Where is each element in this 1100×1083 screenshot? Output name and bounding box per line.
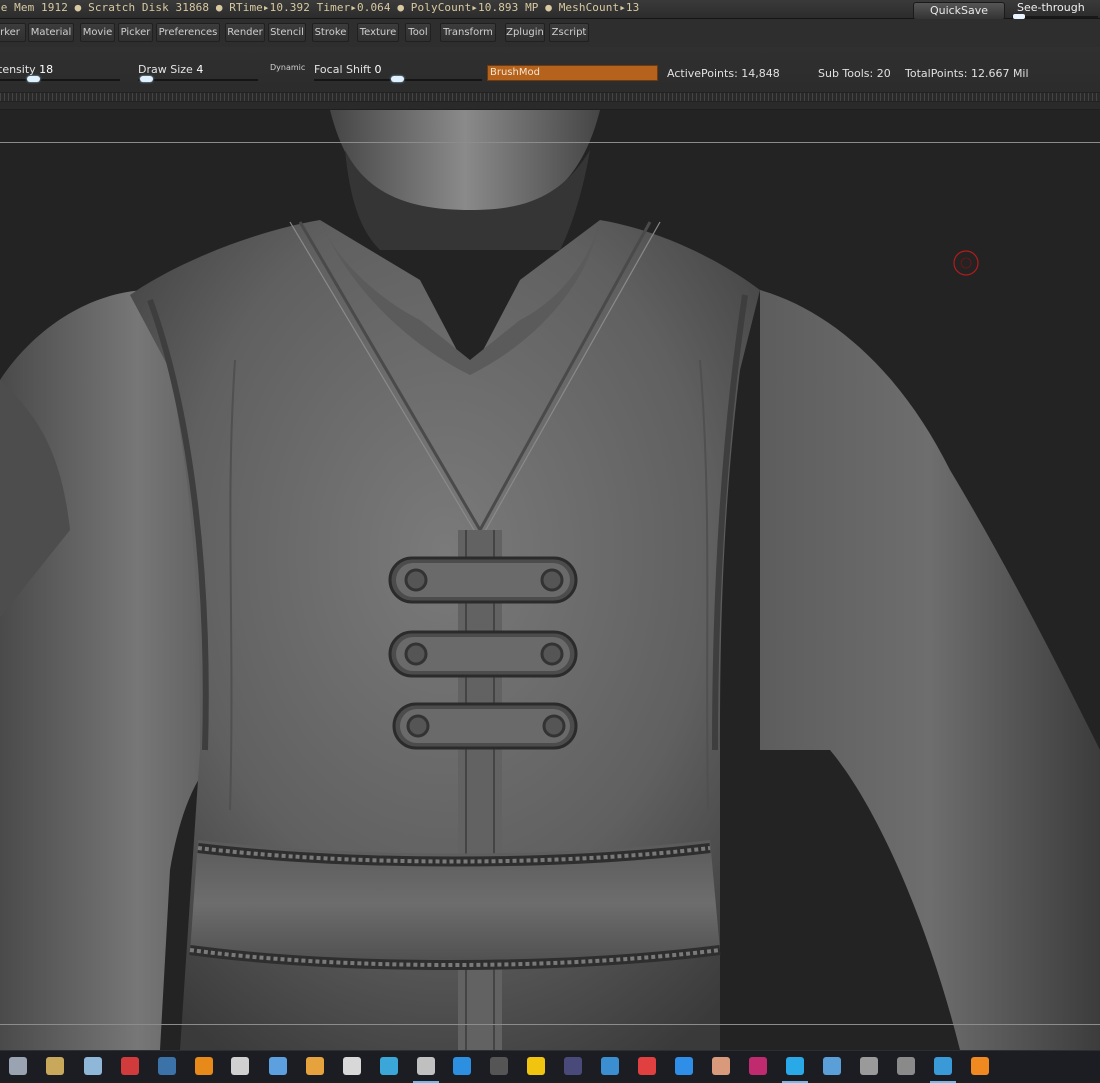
focal-shift-slider-label: Focal Shift 0 [314,63,382,76]
menu-texture[interactable]: Texture [357,23,399,42]
axis-app-icon[interactable] [897,1057,915,1075]
status-bar: ve Mem 1912 ● Scratch Disk 31868 ● RTime… [0,0,1100,20]
browser-icon[interactable] [930,1057,956,1083]
kodi-app-icon[interactable] [380,1057,398,1075]
menu-movie[interactable]: Movie [80,23,115,42]
total-points-value: 12.667 Mil [970,67,1029,80]
menu-render[interactable]: Render [225,23,265,42]
unity-icon[interactable] [343,1057,361,1075]
after-effects-icon[interactable] [564,1057,582,1075]
chrome-like-icon[interactable] [675,1057,693,1075]
intensity-slider-label: tensity 18 [0,63,53,76]
menu-tool[interactable]: Tool [405,23,431,42]
zbrush-icon[interactable] [971,1057,989,1075]
dynamic-toggle[interactable]: Dynamic [270,63,305,72]
menu-preferences[interactable]: Preferences [156,23,220,42]
steam-icon[interactable] [158,1057,176,1075]
app-red2-icon[interactable] [638,1057,656,1075]
belt [189,840,721,970]
shelf-ruler [0,92,1100,102]
quicksave-button[interactable]: QuickSave [913,2,1005,20]
blender-like-icon[interactable] [413,1057,439,1083]
draw-size-knob[interactable] [140,76,153,82]
focal-shift-knob[interactable] [391,76,404,82]
sculpted-model [0,110,1100,1050]
globe-app-icon[interactable] [269,1057,287,1075]
file-explorer-icon[interactable] [46,1057,64,1075]
see-through-label: See-through [1017,1,1085,14]
m-app-icon[interactable] [527,1057,545,1075]
active-points-stat: ActivePoints: 14,848 [667,67,780,80]
sub-tools-value: 20 [876,67,891,80]
visual-studio-code-icon[interactable] [453,1057,471,1075]
draw-size-label: Draw Size [138,63,193,76]
total-points-stat: TotalPoints: 12.667 Mil [905,67,1029,80]
focal-shift-value: 0 [374,63,382,76]
draw-size-value: 4 [196,63,204,76]
total-points-label: TotalPoints: [905,67,968,80]
frame-guide-top [0,142,1100,143]
app-orange-icon[interactable] [195,1057,213,1075]
menu-transform[interactable]: Transform [440,23,496,42]
menu-stencil[interactable]: Stencil [268,23,306,42]
recycle-icon[interactable] [84,1057,102,1075]
tool-bar: tensity 18 Draw Size 4 Dynamic Focal Shi… [0,47,1100,109]
shield-app-icon[interactable] [823,1057,841,1075]
intensity-track[interactable] [0,79,120,81]
microphone-icon[interactable] [231,1057,249,1075]
right-sleeve [760,290,1100,1050]
frame-guide-bottom [0,1024,1100,1025]
skype-icon[interactable] [782,1057,808,1083]
k-app-icon[interactable] [490,1057,508,1075]
media-app-icon[interactable] [306,1057,324,1075]
taskbar [0,1050,1100,1083]
settings-app-icon[interactable] [9,1057,27,1075]
indesign-icon[interactable] [749,1057,767,1075]
intensity-label: tensity [0,63,36,76]
menu-zplugin[interactable]: Zplugin [505,23,545,42]
menu-marker[interactable]: rker [0,23,26,42]
status-text: ve Mem 1912 ● Scratch Disk 31868 ● RTime… [0,1,640,14]
photo-app-icon[interactable] [712,1057,730,1075]
see-through-slider[interactable]: See-through [1010,1,1100,19]
menu-material[interactable]: Material [28,23,74,42]
active-points-label: ActivePoints: [667,67,738,80]
focal-shift-label: Focal Shift [314,63,372,76]
draw-size-track[interactable] [138,79,258,81]
flask-app-icon[interactable] [601,1057,619,1075]
brushmod-slider[interactable]: BrushMod [487,65,658,81]
canvas-viewport[interactable] [0,110,1100,1050]
active-points-value: 14,848 [741,67,780,80]
chest-straps [388,556,578,750]
sub-tools-label: Sub Tools: [818,67,874,80]
sub-tools-stat: Sub Tools: 20 [818,67,891,80]
menu-stroke[interactable]: Stroke [312,23,349,42]
gauge-app-icon[interactable] [860,1057,878,1075]
intensity-value: 18 [39,63,54,76]
intensity-knob[interactable] [27,76,40,82]
draw-size-slider-label: Draw Size 4 [138,63,203,76]
app-red-icon[interactable] [121,1057,139,1075]
menu-picker[interactable]: Picker [118,23,153,42]
menu-bar: rker Material Movie Picker Preferences R… [0,19,1100,47]
brush-cursor [953,250,979,276]
menu-zscript[interactable]: Zscript [549,23,589,42]
